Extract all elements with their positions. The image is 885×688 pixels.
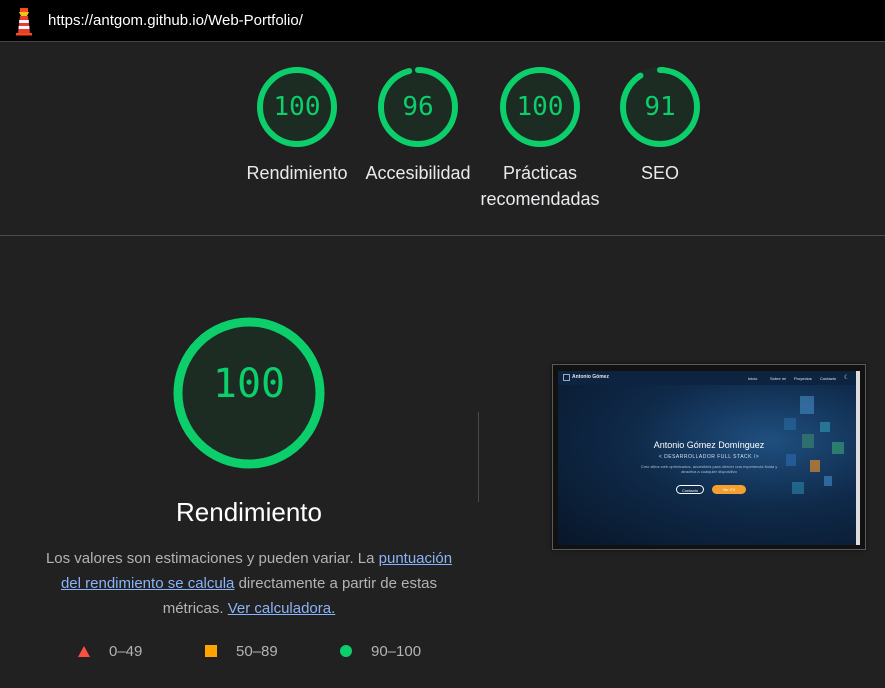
gauge-label: Prácticas recomendadas — [480, 163, 600, 209]
gauge-seo[interactable]: 91 SEO — [600, 66, 720, 186]
gauge-accessibility[interactable]: 96 Accesibilidad — [358, 66, 478, 186]
desc-text: Los valores son estimaciones y pueden va… — [45, 550, 379, 567]
lighthouse-icon — [16, 8, 32, 36]
thumb-nav-item: Contacto — [820, 376, 837, 381]
thumb-nav-item: Sobre mí — [770, 376, 787, 381]
calculator-link[interactable]: Ver calculadora. — [228, 600, 336, 617]
gauge-label: SEO — [640, 163, 679, 183]
page-url[interactable]: https://antgom.github.io/Web-Portfolio/ — [48, 12, 303, 29]
thumb-contact-button: Contacto — [676, 485, 704, 494]
thumb-brand: Antonio Gómez — [572, 374, 609, 380]
gauge-score: 96 — [402, 92, 434, 122]
thumb-logo-icon — [563, 374, 570, 381]
gauge-label: Rendimiento — [246, 163, 348, 183]
gauge-score: 100 — [516, 92, 564, 122]
gauge-best-practices[interactable]: 100 Prácticas recomendadas — [480, 66, 600, 212]
thumb-navbar: Antonio Gómez Inicio Sobre mí Proyectos … — [558, 371, 860, 385]
gauge-label: Accesibilidad — [365, 163, 471, 183]
performance-title: Rendimiento — [176, 497, 322, 527]
thumb-hero-title: Antonio Gómez Domínguez — [653, 440, 765, 450]
square-icon — [205, 644, 217, 657]
gauge-performance[interactable]: 100 Rendimiento — [237, 66, 357, 186]
performance-description: Los valores son estimaciones y pueden va… — [39, 546, 459, 621]
gauge-score: 91 — [644, 92, 676, 122]
legend-item-average: 50–89 — [205, 643, 278, 660]
triangle-icon — [78, 645, 90, 657]
final-screenshot[interactable]: Antonio Gómez Inicio Sobre mí Proyectos … — [552, 364, 866, 550]
legend-range: 90–100 — [371, 643, 422, 660]
thumb-nav-item: Proyectos — [794, 376, 812, 381]
legend-item-pass: 90–100 — [340, 643, 421, 660]
screenshot-image: Antonio Gómez Inicio Sobre mí Proyectos … — [558, 371, 860, 545]
thumb-hero-text: Creo sitios web optimizados, accesibles … — [640, 464, 778, 474]
vertical-divider — [478, 412, 479, 502]
gauge-score: 100 — [273, 92, 321, 122]
performance-score: 100 — [212, 361, 286, 407]
moon-icon: ☾ — [844, 375, 850, 381]
thumb-nav-item: Inicio — [748, 376, 758, 381]
thumb-hero-subtitle: < DESARROLLADOR FULL STACK /> — [658, 454, 760, 460]
legend-range: 50–89 — [236, 643, 278, 660]
legend-item-fail: 0–49 — [78, 643, 142, 660]
score-summary: 100 Rendimiento 96 Accesibilidad 100 Prá… — [0, 42, 885, 235]
top-bar: https://antgom.github.io/Web-Portfolio/ — [0, 0, 885, 42]
circle-icon — [340, 644, 352, 657]
score-legend: 0–49 50–89 90–100 — [78, 643, 478, 663]
legend-range: 0–49 — [109, 643, 143, 660]
thumb-scrollbar — [856, 371, 860, 545]
section-divider — [0, 235, 885, 236]
thumb-cv-button: Ver CV — [712, 485, 746, 494]
